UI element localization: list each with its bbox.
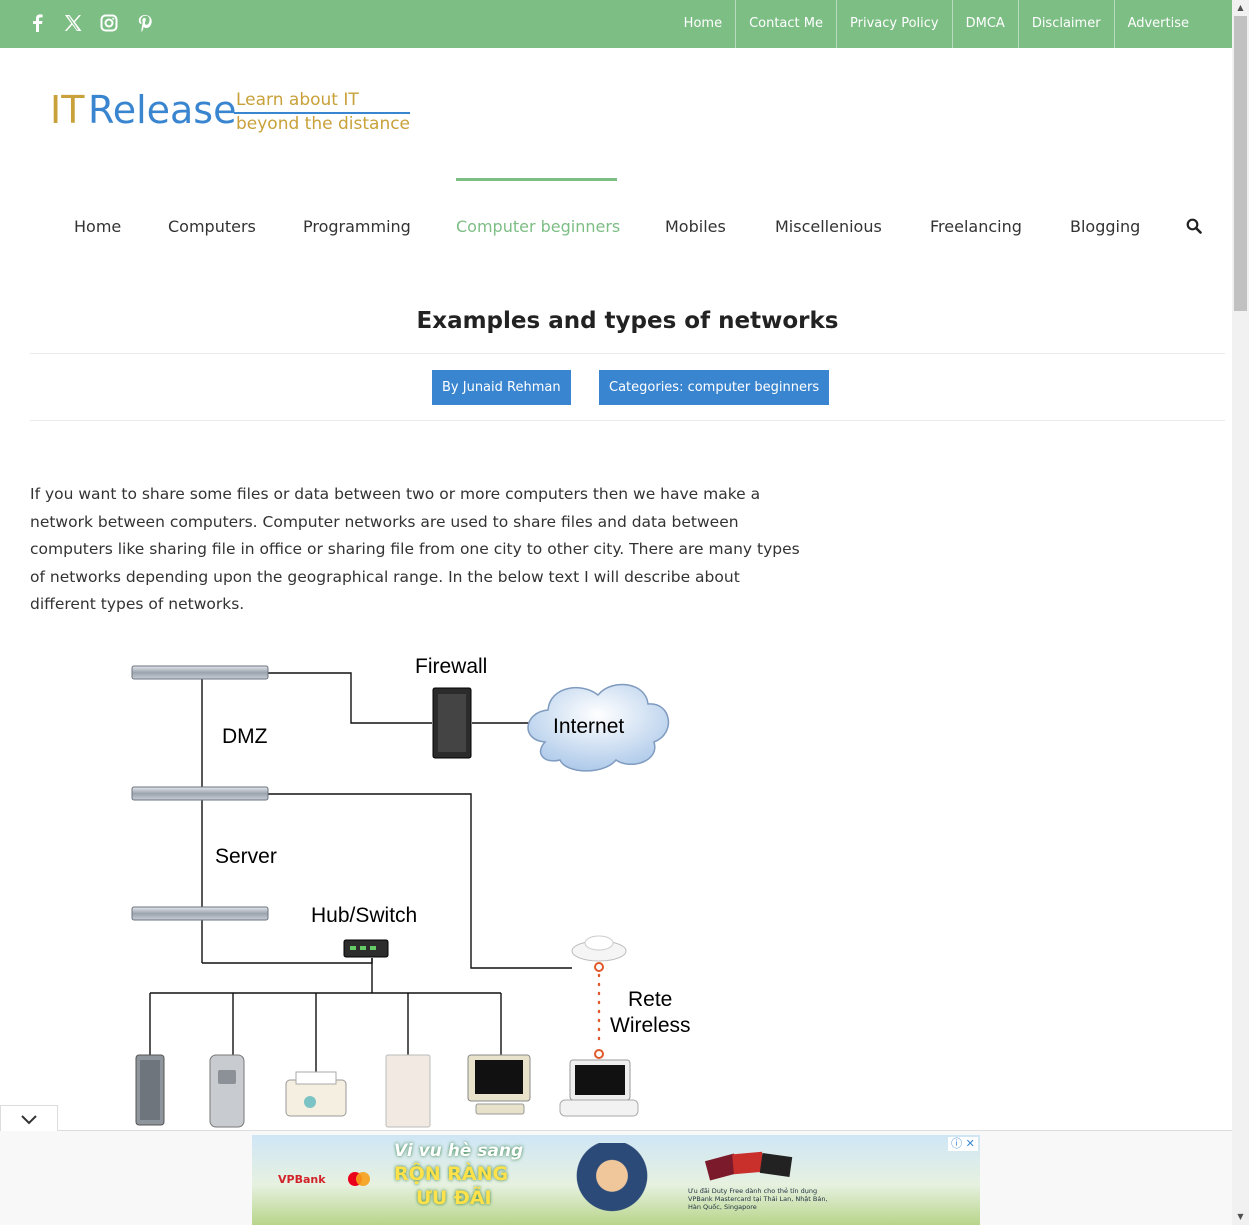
chevron-down-icon	[21, 1115, 37, 1125]
nav-miscellenious-label: Miscellenious	[775, 217, 882, 236]
client-devices	[135, 1054, 639, 1128]
topnav-disclaimer[interactable]: Disclaimer	[1017, 0, 1114, 48]
logo-it: IT	[50, 88, 85, 132]
rack-server	[131, 665, 269, 921]
network-links	[149, 672, 572, 1078]
logo-tagline-1: Learn about IT	[236, 90, 359, 110]
facebook-icon[interactable]	[26, 12, 48, 36]
ad-people-image	[552, 1143, 672, 1225]
ad-brand: VPBank	[278, 1173, 326, 1186]
scrollbar-thumb[interactable]	[1234, 16, 1247, 311]
wireless-access-point	[571, 935, 627, 1059]
search-icon[interactable]	[1186, 218, 1204, 236]
firewall-device	[432, 687, 472, 759]
nav-computer-beginners[interactable]: Computer beginners	[456, 178, 621, 274]
ad-cards-image	[704, 1149, 807, 1185]
scrollbar[interactable]: ▲ ▼	[1232, 0, 1249, 1225]
ad-headline-2: RỘN RÀNG	[394, 1163, 509, 1185]
scroll-down-arrow-icon[interactable]: ▼	[1232, 1209, 1249, 1225]
pinterest-icon[interactable]	[134, 12, 156, 36]
topnav-dmca[interactable]: DMCA	[951, 0, 1018, 48]
ad-headline-1: Vi vu hè sang	[394, 1141, 524, 1161]
nav-computers-label: Computers	[168, 217, 256, 236]
label-internet: Internet	[553, 715, 625, 738]
scroll-up-arrow-icon[interactable]: ▲	[1232, 0, 1249, 16]
author-link[interactable]: By Junaid Rehman	[432, 370, 571, 405]
network-diagram: Firewall Internet DMZ Server Hub/Switch …	[120, 640, 720, 1130]
top-bar: Home Contact Me Privacy Policy DMCA Disc…	[0, 0, 1232, 48]
ad-headline-3: ƯU ĐÃI	[416, 1187, 492, 1209]
nav-mobiles-label: Mobiles	[665, 217, 726, 236]
instagram-icon[interactable]	[98, 12, 120, 36]
mastercard-icon	[348, 1172, 370, 1186]
ad-collapse-button[interactable]	[0, 1105, 58, 1131]
ad-close-button[interactable]: ⓘ ✕	[948, 1137, 978, 1151]
topnav-advertise[interactable]: Advertise	[1113, 0, 1202, 48]
divider	[30, 353, 1225, 354]
logo-tagline-2: beyond the distance	[236, 114, 411, 134]
topnav-privacy[interactable]: Privacy Policy	[836, 0, 952, 48]
label-server: Server	[215, 845, 277, 868]
divider	[30, 420, 1225, 421]
label-hub-switch: Hub/Switch	[311, 904, 418, 927]
ad-fine-print: Ưu đãi Duty Free dành cho thẻ tín dụng V…	[688, 1187, 828, 1211]
top-nav: Home Contact Me Privacy Policy DMCA Disc…	[671, 0, 1202, 48]
post-intro: If you want to share some files or data …	[30, 485, 800, 613]
ad-banner[interactable]: Vi vu hè sang RỘN RÀNG ƯU ĐÃI VPBank Ưu …	[252, 1135, 980, 1225]
nav-freelancing-label: Freelancing	[930, 217, 1022, 236]
label-wireless: Wireless	[610, 1014, 691, 1037]
nav-computer-beginners-label: Computer beginners	[456, 217, 621, 236]
label-rete: Rete	[628, 988, 673, 1011]
logo-release: Release	[88, 88, 237, 132]
label-dmz: DMZ	[222, 725, 268, 748]
social-links	[26, 12, 156, 36]
categories-link[interactable]: Categories: computer beginners	[599, 370, 830, 405]
topnav-home[interactable]: Home	[671, 0, 735, 48]
main-nav: Home Computers Programming Computer begi…	[50, 178, 1220, 278]
x-twitter-icon[interactable]	[62, 12, 84, 36]
label-firewall: Firewall	[415, 655, 488, 678]
nav-blogging-label: Blogging	[1070, 217, 1141, 236]
nav-home-label: Home	[74, 217, 122, 236]
hub-switch-device	[343, 939, 389, 958]
topnav-contact[interactable]: Contact Me	[735, 0, 836, 48]
nav-programming-label: Programming	[303, 217, 411, 236]
page-title: Examples and types of networks	[416, 308, 839, 334]
